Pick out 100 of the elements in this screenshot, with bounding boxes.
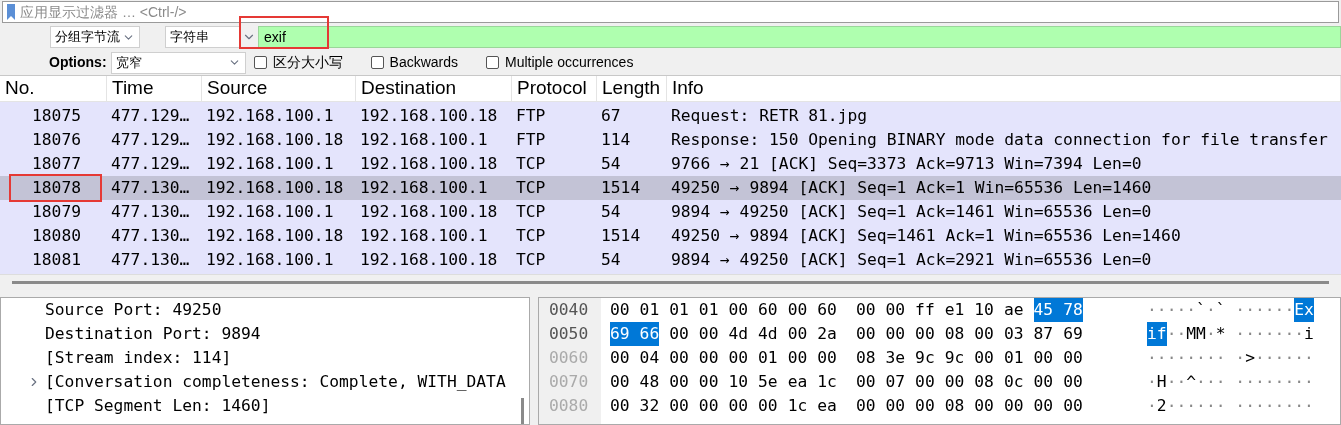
packet-row[interactable]: 18078 477.130… 192.168.100.18 192.168.100.1 TCP 1514 49250 → 9894 [ACK] Seq=1 Ack=1 Win=65536 Len=1460 (0, 176, 1341, 200)
hex-byte: 78 (1063, 298, 1083, 323)
hex-byte: 07 (885, 370, 906, 393)
detail-item[interactable]: [Conversation completeness: Complete, WITH_DATA (45, 369, 506, 395)
hex-byte: 00 (915, 322, 935, 345)
ascii-char: · (1176, 370, 1187, 393)
ascii-char: · (1284, 370, 1295, 393)
charset-dropdown[interactable]: 宽窄 (110, 51, 246, 74)
horizontal-scrollbar[interactable] (12, 281, 1329, 284)
hex-byte: ff (915, 298, 935, 321)
ascii-char: · (1156, 298, 1167, 321)
hex-byte: 00 (1033, 394, 1054, 417)
ascii-char: · (1284, 298, 1295, 321)
hex-byte: 60 (758, 298, 778, 321)
hex-byte: 00 (610, 370, 630, 393)
ascii-char: · (1254, 298, 1265, 321)
ascii-char: · (1274, 394, 1285, 417)
ascii-char: · (1166, 322, 1177, 345)
options-label: Options: (49, 53, 107, 72)
hex-byte: ea (817, 394, 837, 417)
packet-cell: 192.168.100.18 (206, 177, 344, 197)
ascii-char: x (1304, 298, 1314, 323)
packet-cell: 192.168.100.1 (206, 153, 334, 173)
ascii-char: · (1284, 346, 1295, 369)
hex-byte: 1c (787, 394, 808, 417)
vertical-scrollbar[interactable] (521, 398, 524, 424)
column-header[interactable]: Length (597, 76, 667, 101)
hex-byte: 60 (817, 298, 837, 321)
ascii-char: · (1196, 370, 1206, 393)
ascii-char: M (1186, 322, 1197, 345)
hex-byte: 9c (915, 346, 935, 369)
hex-byte: 00 (610, 394, 630, 417)
ascii-char: · (1235, 346, 1246, 369)
hex-byte: 00 (610, 298, 630, 321)
ascii-char: · (1196, 346, 1206, 369)
packet-cell: 54 (601, 201, 621, 221)
search-type-dropdown[interactable]: 字符串 (165, 26, 240, 48)
detail-item[interactable]: [TCP Segment Len: 1460] (45, 393, 271, 419)
packet-cell: TCP (516, 177, 546, 197)
hex-byte: 3e (885, 346, 906, 369)
ascii-char: · (1294, 394, 1304, 417)
hex-byte: 00 (974, 322, 994, 345)
hex-byte: 9c (944, 346, 965, 369)
column-header[interactable]: Info (667, 76, 1341, 101)
ascii-char: · (1264, 298, 1275, 321)
hex-byte: 5e (758, 370, 778, 393)
hex-byte: 00 (944, 370, 965, 393)
hex-byte: 08 (944, 322, 965, 345)
packet-cell: 9766 → 21 [ACK] Seq=3373 Ack=9713 Win=7394 Len=0 (671, 153, 1142, 173)
ascii-char: · (1254, 346, 1265, 369)
column-header[interactable]: No. (0, 76, 107, 101)
packet-cell: 192.168.100.1 (360, 177, 488, 197)
hex-byte: 66 (639, 321, 660, 347)
column-header[interactable]: Protocol (512, 76, 597, 101)
packet-cell: 477.130… (111, 201, 190, 221)
hex-byte: 00 (855, 370, 876, 393)
ascii-char: · (1254, 322, 1265, 345)
detail-item[interactable]: Source Port: 49250 (45, 298, 222, 323)
checkbox[interactable] (253, 56, 267, 69)
column-header[interactable]: Time (107, 76, 202, 101)
ascii-char: · (1176, 394, 1187, 417)
search-field[interactable]: exif (258, 26, 1341, 48)
ascii-char: · (1235, 394, 1246, 417)
checkbox[interactable] (486, 56, 499, 69)
packet-cell: 477.130… (111, 177, 190, 197)
packet-cell: 477.130… (111, 225, 190, 245)
hex-byte: 08 (944, 394, 965, 417)
ascii-char: H (1156, 370, 1167, 393)
packet-cell: TCP (516, 153, 546, 173)
search-in-dropdown[interactable]: 分组字节流 (50, 26, 140, 48)
hex-byte: 00 (669, 322, 689, 345)
ascii-char: · (1176, 322, 1187, 345)
packet-cell: 18075 (32, 105, 81, 125)
ascii-char: M (1196, 322, 1206, 345)
ascii-char: E (1294, 298, 1304, 323)
hex-byte: 4d (758, 322, 778, 345)
packet-cell: 1514 (601, 225, 641, 245)
packet-cell: Request: RETR 81.jpg (671, 105, 868, 125)
ascii-char: · (1166, 394, 1177, 417)
packet-cell: 192.168.100.1 (360, 225, 488, 245)
packet-cell: 18078 (32, 177, 81, 197)
display-filter-field[interactable]: 应用显示过滤器 … <Ctrl-/> (2, 1, 1339, 23)
hex-byte: 69 (610, 321, 640, 347)
ascii-char: · (1147, 298, 1157, 321)
hex-offset: 0040 (549, 298, 589, 321)
packet-cell: TCP (516, 201, 546, 221)
column-header[interactable]: Destination (356, 76, 512, 101)
detail-item[interactable]: [Stream index: 114] (45, 345, 232, 371)
hex-byte: 00 (855, 322, 876, 345)
packet-cell: 18076 (32, 129, 81, 149)
packet-cell: 9894 → 49250 [ACK] Seq=1 Ack=2921 Win=65536 Len=0 (671, 249, 1152, 269)
hex-byte: 00 (1063, 346, 1083, 369)
packet-cell: 192.168.100.18 (360, 201, 498, 221)
checkbox[interactable] (370, 56, 384, 69)
column-header[interactable]: Source (202, 76, 356, 101)
ascii-char: · (1294, 346, 1304, 369)
ascii-char: · (1166, 346, 1177, 369)
ascii-char: · (1235, 298, 1246, 321)
hex-byte: 00 (669, 394, 689, 417)
detail-item[interactable]: Destination Port: 9894 (45, 321, 261, 347)
